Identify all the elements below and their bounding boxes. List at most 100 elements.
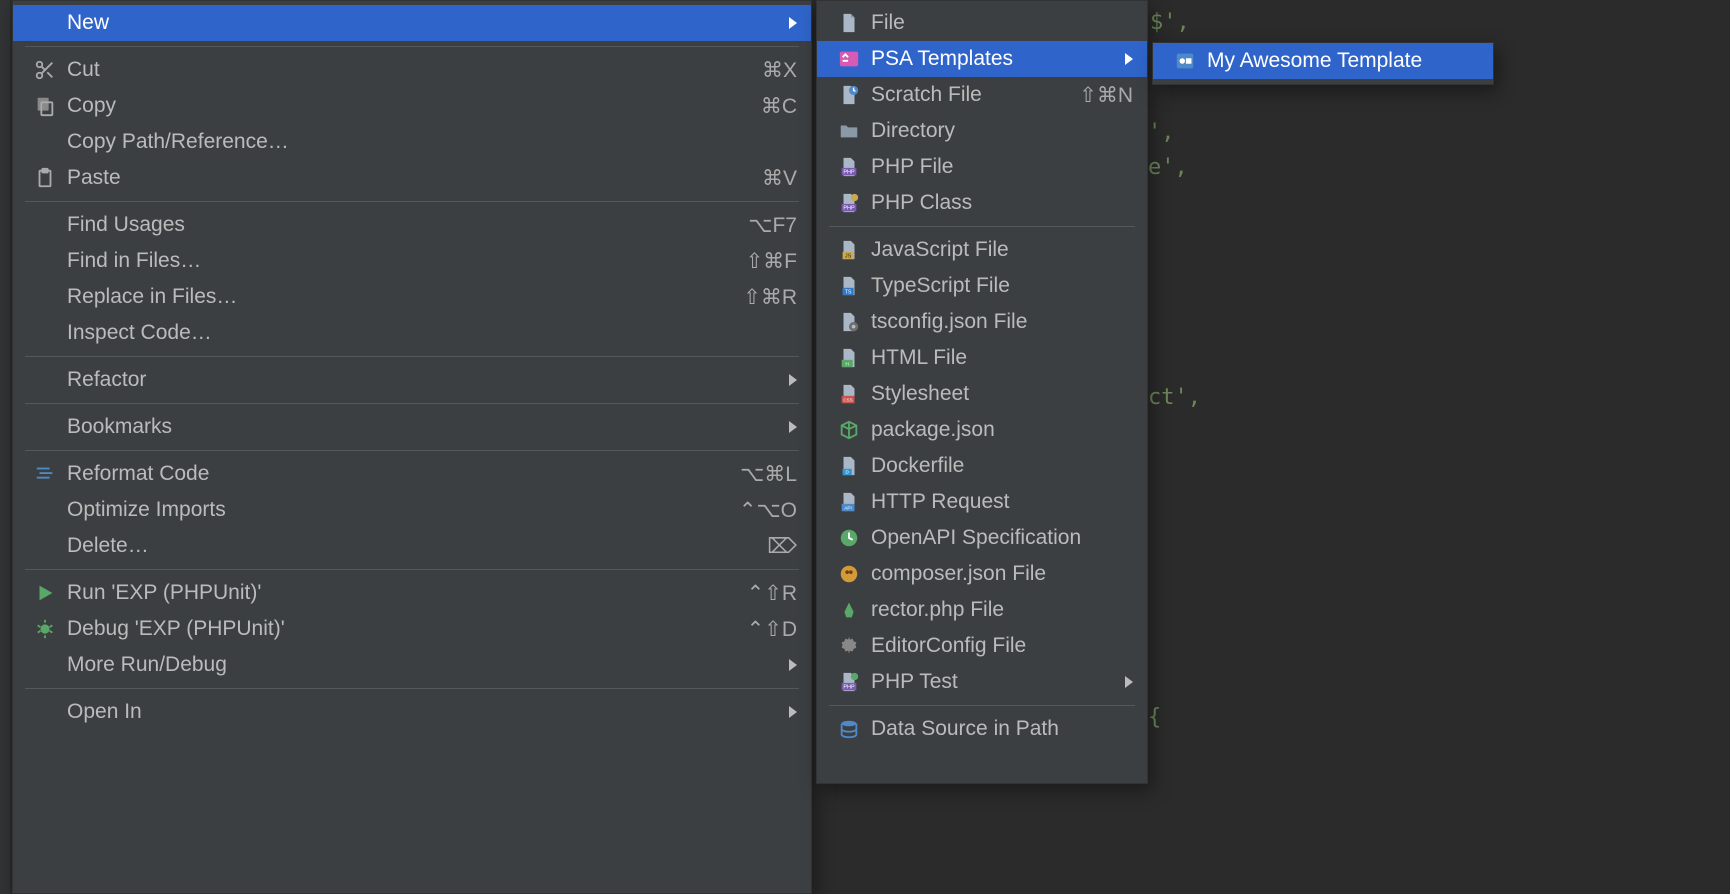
rector-php[interactable]: rector.php File xyxy=(817,592,1147,628)
php-file[interactable]: PHPPHP File xyxy=(817,149,1147,185)
html-icon: H xyxy=(835,347,863,369)
db-icon xyxy=(835,718,863,740)
scratch-icon xyxy=(835,84,863,106)
menu-item-label: PHP Test xyxy=(871,670,1115,694)
menu-item-shortcut: ⌘V xyxy=(762,166,797,191)
menu-item-label: Open In xyxy=(67,700,779,724)
menu-item-label: Scratch File xyxy=(871,83,1079,107)
menu-separator xyxy=(829,226,1135,227)
replace-in-files[interactable]: Replace in Files…⇧⌘R xyxy=(13,279,811,315)
editor-code-fragment: ct', xyxy=(1148,385,1201,410)
optimize-imports[interactable]: Optimize Imports⌃⌥O xyxy=(13,492,811,528)
new-submenu: File PSA Templates Scratch File⇧⌘N Director… xyxy=(816,0,1148,784)
composer-json[interactable]: composer.json File xyxy=(817,556,1147,592)
editor-code-fragment: e', xyxy=(1148,155,1188,180)
svg-text:PHP: PHP xyxy=(843,684,855,690)
paste[interactable]: Paste⌘V xyxy=(13,160,811,196)
reformat-code[interactable]: Reformat Code⌥⌘L xyxy=(13,456,811,492)
package-json[interactable]: package.json xyxy=(817,412,1147,448)
menu-item-shortcut: ⇧⌘F xyxy=(746,249,797,274)
openapi[interactable]: OpenAPI Specification xyxy=(817,520,1147,556)
file-icon xyxy=(835,12,863,34)
more-run-debug[interactable]: More Run/Debug xyxy=(13,647,811,683)
menu-item-label: HTTP Request xyxy=(871,490,1133,514)
php-test[interactable]: PHP PHP Test xyxy=(817,664,1147,700)
menu-item-label: Debug 'EXP (PHPUnit)' xyxy=(67,617,747,641)
ts-file[interactable]: TS TypeScript File xyxy=(817,268,1147,304)
template-icon xyxy=(1171,50,1199,72)
menu-item-label: Stylesheet xyxy=(871,382,1133,406)
inspect-code[interactable]: Inspect Code… xyxy=(13,315,811,351)
html-file[interactable]: HHTML File xyxy=(817,340,1147,376)
api-icon: API xyxy=(835,491,863,513)
clipboard-icon xyxy=(31,167,59,189)
svg-text:API: API xyxy=(844,505,851,510)
chevron-right-icon xyxy=(789,706,797,718)
reformat-icon xyxy=(31,463,59,485)
menu-item-shortcut: ⌥F7 xyxy=(748,213,797,238)
menu-separator xyxy=(25,403,799,404)
menu-item-shortcut: ⌘X xyxy=(762,58,797,83)
svg-text:TS: TS xyxy=(845,289,852,295)
dockerfile[interactable]: DDockerfile xyxy=(817,448,1147,484)
menu-separator xyxy=(829,705,1135,706)
refactor[interactable]: Refactor xyxy=(13,362,811,398)
js-icon: JS xyxy=(835,239,863,261)
svg-text:H: H xyxy=(846,361,849,366)
new[interactable]: New xyxy=(13,5,811,41)
copy-icon xyxy=(31,95,59,117)
editor-gutter xyxy=(0,0,10,894)
menu-item-label: Find in Files… xyxy=(67,249,746,273)
new-file[interactable]: File xyxy=(817,5,1147,41)
menu-separator xyxy=(25,201,799,202)
menu-item-label: More Run/Debug xyxy=(67,653,779,677)
php-icon: PHP xyxy=(835,156,863,178)
data-source[interactable]: Data Source in Path xyxy=(817,711,1147,747)
menu-item-label: Delete… xyxy=(67,534,767,558)
menu-item-label: Cut xyxy=(67,58,762,82)
run[interactable]: Run 'EXP (PHPUnit)'⌃⇧R xyxy=(13,575,811,611)
menu-item-label: Copy Path/Reference… xyxy=(67,130,797,154)
editor-code-fragment: $', xyxy=(1150,10,1190,35)
menu-item-shortcut: ⇧⌘R xyxy=(743,285,797,310)
menu-separator xyxy=(25,356,799,357)
svg-text:PHP: PHP xyxy=(843,169,855,175)
delete[interactable]: Delete…⌦ xyxy=(13,528,811,564)
scratch-file[interactable]: Scratch File⇧⌘N xyxy=(817,77,1147,113)
svg-text:CSS: CSS xyxy=(843,397,852,402)
editorconfig[interactable]: EditorConfig File xyxy=(817,628,1147,664)
menu-item-label: TypeScript File xyxy=(871,274,1133,298)
cut[interactable]: Cut⌘X xyxy=(13,52,811,88)
menu-item-label: EditorConfig File xyxy=(871,634,1133,658)
debug-icon xyxy=(31,618,59,640)
menu-item-label: PSA Templates xyxy=(871,47,1115,71)
menu-item-label: Replace in Files… xyxy=(67,285,743,309)
php-class[interactable]: PHPPHP Class xyxy=(817,185,1147,221)
composer-icon xyxy=(835,563,863,585)
open-in[interactable]: Open In xyxy=(13,694,811,730)
css-icon: CSS xyxy=(835,383,863,405)
phpclass-icon: PHP xyxy=(835,192,863,214)
stylesheet[interactable]: CSS Stylesheet xyxy=(817,376,1147,412)
find-usages[interactable]: Find Usages⌥F7 xyxy=(13,207,811,243)
http-request[interactable]: API HTTP Request xyxy=(817,484,1147,520)
psa-templates[interactable]: PSA Templates xyxy=(817,41,1147,77)
directory[interactable]: Directory xyxy=(817,113,1147,149)
menu-item-label: Paste xyxy=(67,166,762,190)
debug[interactable]: Debug 'EXP (PHPUnit)'⌃⇧D xyxy=(13,611,811,647)
menu-item-label: Directory xyxy=(871,119,1133,143)
copy[interactable]: Copy⌘C xyxy=(13,88,811,124)
bookmarks[interactable]: Bookmarks xyxy=(13,409,811,445)
menu-item-label: composer.json File xyxy=(871,562,1133,586)
find-in-files[interactable]: Find in Files…⇧⌘F xyxy=(13,243,811,279)
menu-item-label: File xyxy=(871,11,1133,35)
tsconfig-icon xyxy=(835,311,863,333)
copy-path[interactable]: Copy Path/Reference… xyxy=(13,124,811,160)
tsconfig-file[interactable]: tsconfig.json File xyxy=(817,304,1147,340)
menu-item-shortcut: ⌘C xyxy=(761,94,797,119)
my-awesome-template[interactable]: My Awesome Template xyxy=(1153,43,1493,79)
js-file[interactable]: JSJavaScript File xyxy=(817,232,1147,268)
context-menu: NewCut⌘XCopy⌘CCopy Path/Reference…Paste⌘… xyxy=(12,0,812,894)
menu-item-shortcut: ⌦ xyxy=(767,534,797,559)
menu-item-label: rector.php File xyxy=(871,598,1133,622)
